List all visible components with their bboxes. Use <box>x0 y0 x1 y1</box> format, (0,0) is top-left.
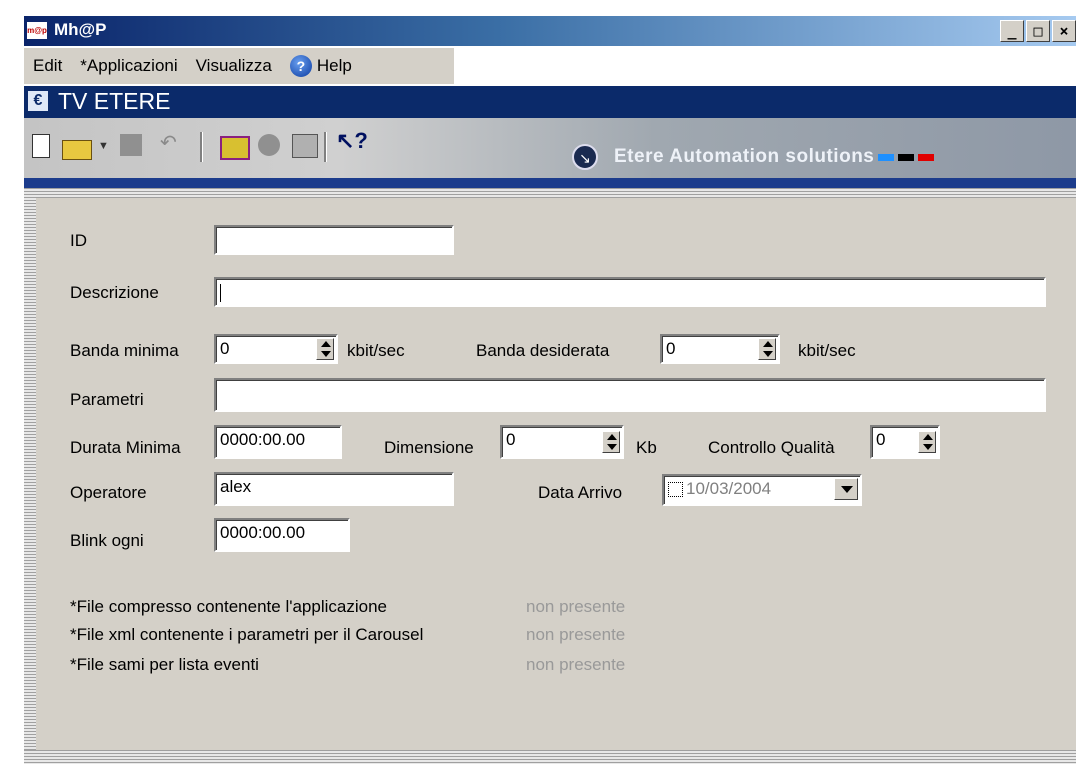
title-bar: m@p Mh@P _ □ × <box>24 16 1076 46</box>
banda-minima-spin-buttons[interactable] <box>316 338 334 360</box>
menu-help[interactable]: ? Help <box>281 55 361 77</box>
brand-swatch-black <box>898 153 915 161</box>
banda-desiderata-spin-buttons[interactable] <box>758 338 776 360</box>
controllo-qualita-value: 0 <box>876 430 886 449</box>
arrow-circle-icon: ↘ <box>572 144 598 170</box>
dimensione-stepper[interactable]: 0 <box>500 425 624 459</box>
brand-text: Etere Automation solutions <box>614 146 875 167</box>
durata-minima-label: Durata Minima <box>70 438 181 457</box>
brand-swatch-blue <box>878 153 895 161</box>
calendar-grid-icon[interactable] <box>220 136 250 160</box>
id-field[interactable] <box>214 225 454 255</box>
controllo-qualita-spin-buttons[interactable] <box>918 431 936 453</box>
controllo-qualita-stepper[interactable]: 0 <box>870 425 940 459</box>
banda-desiderata-value: 0 <box>666 339 676 358</box>
banda-minima-value: 0 <box>220 339 230 358</box>
file-xml-label: *File xml contenente i parametri per il … <box>70 625 424 644</box>
window-controls: _ □ × <box>998 20 1076 42</box>
form-panel <box>24 188 1076 764</box>
parametri-field[interactable] <box>214 378 1046 412</box>
file-sami-status: non presente <box>526 655 626 674</box>
operatore-field[interactable]: alex <box>214 472 454 506</box>
data-arrivo-label: Data Arrivo <box>538 483 623 502</box>
app-icon[interactable]: m@p <box>27 22 47 39</box>
file-sami-label: *File sami per lista eventi <box>70 655 259 674</box>
dimensione-value: 0 <box>506 430 516 449</box>
data-arrivo-value: 10/03/2004 <box>686 479 772 498</box>
dimensione-label: Dimensione <box>384 438 474 457</box>
toolbar: ▼ ↶ ↖? ↘ Etere Automation solutions <box>24 118 1076 178</box>
open-folder-icon[interactable] <box>62 140 92 160</box>
panel-border-left <box>24 188 36 764</box>
durata-minima-field[interactable]: 0000:00.00 <box>214 425 342 459</box>
app-name: TV ETERE <box>58 88 171 114</box>
operatore-label: Operatore <box>70 483 147 502</box>
data-arrivo-checkbox[interactable] <box>668 482 683 498</box>
chevron-down-icon[interactable] <box>834 478 858 500</box>
banda-desiderata-unit: kbit/sec <box>798 341 856 360</box>
menu-visualizza[interactable]: Visualizza <box>187 56 281 76</box>
dimensione-spin-buttons[interactable] <box>602 431 620 453</box>
panel-border-bottom <box>24 750 1076 764</box>
etere-logo-icon: € <box>28 91 48 111</box>
brand-swatch-red <box>918 153 935 161</box>
banda-minima-stepper[interactable]: 0 <box>214 334 338 364</box>
banda-minima-unit: kbit/sec <box>347 341 405 360</box>
maximize-button[interactable]: □ <box>1026 20 1050 42</box>
new-document-icon[interactable] <box>32 134 50 158</box>
globe-icon[interactable] <box>258 134 280 156</box>
file-compresso-status: non presente <box>526 597 626 616</box>
menu-bar: Edit *Applicazioni Visualizza ? Help <box>24 48 454 84</box>
blink-ogni-label: Blink ogni <box>70 531 144 550</box>
file-compresso-label: *File compresso contenente l'applicazion… <box>70 597 387 616</box>
undo-icon[interactable]: ↶ <box>160 130 177 154</box>
brand-banner: ↘ Etere Automation solutions <box>572 144 935 170</box>
menu-edit[interactable]: Edit <box>24 56 71 76</box>
toolbar-separator <box>324 132 327 162</box>
open-dropdown-icon[interactable]: ▼ <box>98 140 109 164</box>
blink-ogni-field[interactable]: 0000:00.00 <box>214 518 350 552</box>
menu-applicazioni[interactable]: *Applicazioni <box>71 56 186 76</box>
parametri-label: Parametri <box>70 390 144 409</box>
id-label: ID <box>70 231 87 250</box>
descrizione-label: Descrizione <box>70 283 159 302</box>
text-cursor <box>220 283 221 302</box>
computer-icon[interactable] <box>292 134 318 158</box>
window-title: Mh@P <box>54 20 107 39</box>
menu-help-label: Help <box>316 56 352 75</box>
file-xml-status: non presente <box>526 625 626 644</box>
descrizione-field[interactable] <box>214 277 1046 307</box>
toolbar-separator <box>200 132 203 162</box>
controllo-qualita-label: Controllo Qualità <box>708 438 835 457</box>
banda-desiderata-stepper[interactable]: 0 <box>660 334 780 364</box>
data-arrivo-datepicker[interactable]: 10/03/2004 <box>662 474 862 506</box>
save-icon[interactable] <box>120 134 142 156</box>
close-button[interactable]: × <box>1052 20 1076 42</box>
dimensione-unit: Kb <box>636 438 657 457</box>
context-help-icon[interactable]: ↖? <box>336 128 368 153</box>
app-header: € TV ETERE <box>24 86 1076 118</box>
minimize-button[interactable]: _ <box>1000 20 1024 42</box>
header-divider <box>24 178 1076 188</box>
banda-desiderata-label: Banda desiderata <box>476 341 610 360</box>
panel-border-top <box>24 188 1076 198</box>
help-icon: ? <box>289 55 312 77</box>
banda-minima-label: Banda minima <box>70 341 179 360</box>
menu-bar-empty-area <box>454 48 1076 84</box>
